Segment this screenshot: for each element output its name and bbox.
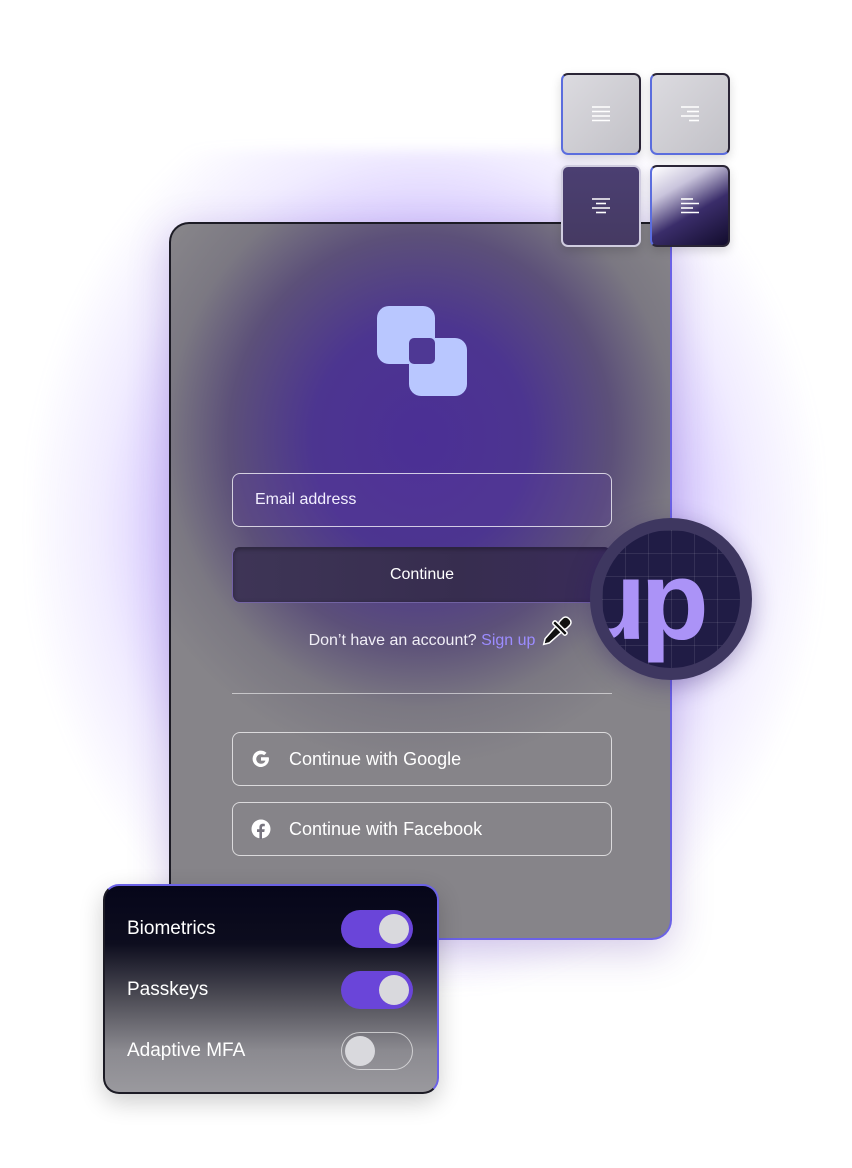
- google-signin-button[interactable]: Continue with Google: [232, 732, 612, 786]
- facebook-signin-button[interactable]: Continue with Facebook: [232, 802, 612, 856]
- divider: [232, 693, 612, 694]
- continue-button[interactable]: Continue: [232, 547, 612, 603]
- adaptive-mfa-label: Adaptive MFA: [127, 1040, 246, 1061]
- mfa-row-adaptive-mfa: Adaptive MFA: [127, 1031, 413, 1071]
- signup-prompt-text: Don’t have an account?: [308, 632, 482, 649]
- passkeys-toggle[interactable]: [341, 971, 413, 1009]
- mfa-row-biometrics: Biometrics: [127, 909, 413, 949]
- align-center-tile[interactable]: [561, 73, 641, 155]
- magnifier-text: up: [590, 538, 709, 663]
- google-icon: [250, 748, 272, 770]
- eyedropper-icon[interactable]: [534, 612, 576, 654]
- google-signin-label: Continue with Google: [289, 748, 462, 769]
- align-center-tile-selected[interactable]: [561, 165, 641, 247]
- toggle-knob: [345, 1036, 375, 1066]
- biometrics-label: Biometrics: [127, 918, 216, 939]
- align-right-tile[interactable]: [650, 73, 730, 155]
- adaptive-mfa-toggle[interactable]: [341, 1032, 413, 1070]
- mfa-settings-panel: Biometrics Passkeys Adaptive MFA: [103, 884, 439, 1094]
- brand-logo: [377, 306, 469, 398]
- magnifier-loupe: up: [590, 518, 752, 680]
- facebook-signin-label: Continue with Facebook: [289, 818, 483, 839]
- align-right-icon: [681, 106, 699, 122]
- toggle-knob: [379, 975, 409, 1005]
- align-left-icon: [681, 198, 699, 214]
- align-center-icon: [592, 106, 610, 122]
- passkeys-label: Passkeys: [127, 979, 209, 1000]
- toggle-knob: [379, 914, 409, 944]
- align-left-tile[interactable]: [650, 165, 730, 247]
- align-center-icon: [592, 198, 610, 214]
- facebook-icon: [250, 818, 272, 840]
- text-alignment-tiles: [561, 73, 733, 251]
- mfa-row-passkeys: Passkeys: [127, 970, 413, 1010]
- signup-link[interactable]: Sign up: [481, 632, 535, 649]
- biometrics-toggle[interactable]: [341, 910, 413, 948]
- email-input[interactable]: [232, 473, 612, 527]
